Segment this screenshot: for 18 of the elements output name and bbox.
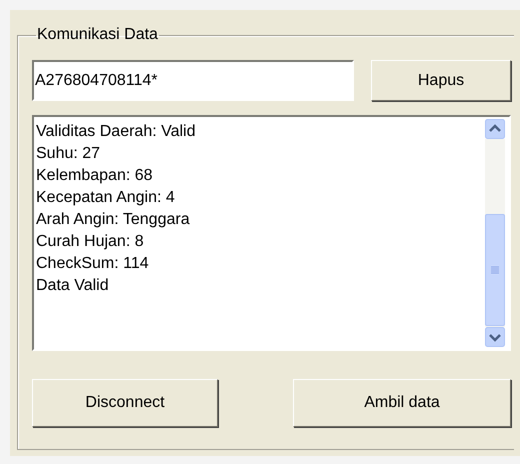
log-line: Kelembapan: 68 [36,166,154,186]
log-line: Validitas Daerah: Valid [36,122,196,142]
log-line: Suhu: 27 [36,144,102,164]
clear-button[interactable]: Hapus [371,60,511,101]
log-line: CheckSum: 114 [36,254,150,274]
input-field[interactable]: A276804708114* [32,60,354,101]
log-line: Curah Hujan: 8 [36,232,145,252]
group-title: Komunikasi Data [36,26,159,44]
action-button[interactable]: Disconnect [32,379,218,427]
log-textarea[interactable]: Validitas Daerah: Valid Suhu: 27 Kelembapan: 68 Kecepatan Angin: 4 Arah Angin: Tenggara Curah Hujan: 8 CheckSum: 114 Data Valid [32,115,511,351]
scroll-thumb[interactable] [485,214,505,326]
scrollbar[interactable] [484,119,506,347]
log-line: Data Valid [36,276,110,296]
log-line: Arah Angin: Tenggara [36,210,191,230]
scroll-down-icon[interactable] [485,327,505,347]
scroll-up-icon[interactable] [485,119,505,139]
action-button[interactable]: Ambil data [293,379,511,427]
log-line: Kecepatan Angin: 4 [36,188,176,208]
